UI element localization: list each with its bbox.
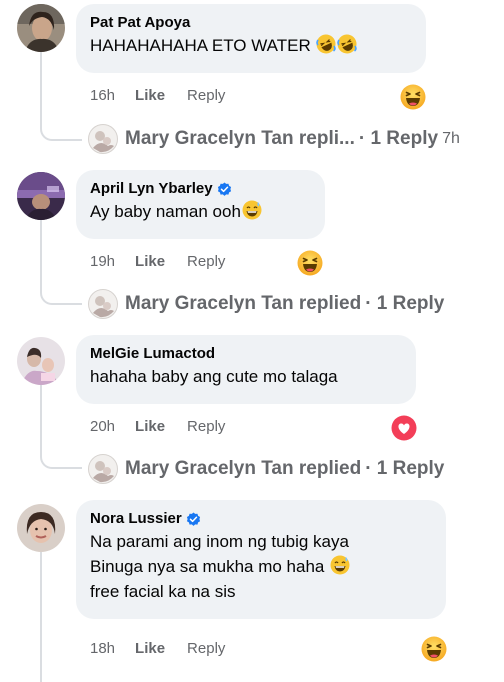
- view-replies-link[interactable]: Mary Gracelyn Tan repli... · 1 Reply 7h: [88, 124, 460, 154]
- replier-avatar: [88, 289, 118, 319]
- replier-avatar: [88, 454, 118, 484]
- author-name[interactable]: Pat Pat Apoya: [90, 13, 190, 33]
- view-replies-link[interactable]: Mary Gracelyn Tan replied · 1 Reply: [88, 289, 444, 319]
- thread-line: [40, 552, 42, 682]
- verified-badge-icon: [186, 512, 201, 527]
- thread-connector: [40, 449, 82, 469]
- comment-time[interactable]: 16h: [90, 87, 115, 104]
- replies-time: 7h: [442, 130, 460, 147]
- replier-avatar: [88, 124, 118, 154]
- verified-badge-icon: [217, 182, 232, 197]
- like-button[interactable]: Like: [135, 253, 165, 270]
- comment-actions: 16h Like Reply: [90, 87, 225, 104]
- comment-text-line: free facial ka na sis: [90, 582, 236, 601]
- love-reaction-icon[interactable]: [391, 415, 417, 441]
- haha-reaction-icon[interactable]: [400, 84, 426, 110]
- replies-count: · 1 Reply: [365, 293, 445, 314]
- replies-count: · 1 Reply: [358, 128, 439, 149]
- comment-bubble: April Lyn Ybarley Ay baby naman ooh: [76, 170, 325, 239]
- author-name[interactable]: MelGie Lumactod: [90, 344, 215, 364]
- reply-button[interactable]: Reply: [187, 253, 225, 270]
- like-button[interactable]: Like: [135, 640, 165, 657]
- grin-sweat-emoji: [242, 200, 262, 220]
- thread-line: [40, 52, 42, 122]
- comment-actions: 19h Like Reply: [90, 253, 225, 270]
- reply-button[interactable]: Reply: [187, 640, 225, 657]
- like-button[interactable]: Like: [135, 418, 165, 435]
- comment-bubble: MelGie Lumactod hahaha baby ang cute mo …: [76, 335, 416, 404]
- author-name[interactable]: Nora Lussier: [90, 509, 182, 529]
- reply-button[interactable]: Reply: [187, 87, 225, 104]
- comment-text: HAHAHAHAHA ETO WATER: [90, 36, 311, 55]
- view-replies-link[interactable]: Mary Gracelyn Tan replied · 1 Reply: [88, 454, 444, 484]
- avatar[interactable]: [17, 172, 65, 220]
- comment-time[interactable]: 20h: [90, 418, 115, 435]
- replies-summary: Mary Gracelyn Tan replied: [125, 293, 362, 314]
- rofl-emoji: [316, 34, 336, 54]
- comment-text: hahaha baby ang cute mo talaga: [90, 367, 338, 386]
- replies-summary: Mary Gracelyn Tan repli...: [125, 128, 355, 149]
- comment-text: Ay baby naman ooh: [90, 202, 241, 221]
- comment-bubble: Pat Pat Apoya HAHAHAHAHA ETO WATER: [76, 4, 426, 73]
- reply-button[interactable]: Reply: [187, 418, 225, 435]
- author-name[interactable]: April Lyn Ybarley: [90, 179, 213, 199]
- comment-text-line: Na parami ang inom ng tubig kaya: [90, 532, 349, 551]
- thread-line: [40, 220, 42, 286]
- avatar[interactable]: [17, 4, 65, 52]
- comment-time[interactable]: 18h: [90, 640, 115, 657]
- comment-time[interactable]: 19h: [90, 253, 115, 270]
- thread-line: [40, 385, 42, 450]
- thread-connector: [40, 121, 82, 141]
- thread-connector: [40, 285, 82, 305]
- avatar[interactable]: [17, 337, 65, 385]
- comment-actions: 20h Like Reply: [90, 418, 225, 435]
- replies-summary: Mary Gracelyn Tan replied: [125, 458, 362, 479]
- grin-sweat-emoji: [330, 555, 350, 575]
- avatar[interactable]: [17, 504, 65, 552]
- rofl-emoji: [337, 34, 357, 54]
- like-button[interactable]: Like: [135, 87, 165, 104]
- haha-reaction-icon[interactable]: [297, 250, 323, 276]
- comment-actions: 18h Like Reply: [90, 640, 225, 657]
- comment-text-line: Binuga nya sa mukha mo haha: [90, 557, 325, 576]
- comment-bubble: Nora Lussier Na parami ang inom ng tubig…: [76, 500, 446, 619]
- haha-reaction-icon[interactable]: [421, 636, 447, 662]
- replies-count: · 1 Reply: [365, 458, 445, 479]
